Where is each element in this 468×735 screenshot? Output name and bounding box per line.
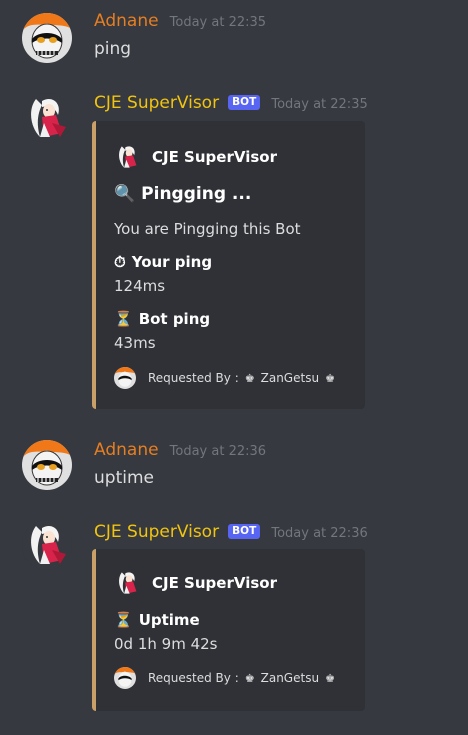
user-avatar[interactable]	[22, 440, 72, 490]
stopwatch-icon: ⏱	[114, 253, 126, 271]
author-name[interactable]: Adnane	[94, 440, 159, 460]
field-name-text: Uptime	[138, 611, 200, 629]
message-3: Adnane Today at 22:36 uptime	[0, 430, 468, 510]
message-header: Adnane Today at 22:36	[94, 440, 266, 460]
author-name[interactable]: CJE SuperVisor	[94, 522, 219, 542]
embed-footer: Requested By : ♚ ZanGetsu ♚	[114, 367, 341, 389]
crown-icon: ♚	[244, 671, 255, 685]
field-name-text: Bot ping	[138, 310, 211, 328]
embed-author: CJE SuperVisor	[114, 569, 277, 597]
crown-icon: ♚	[244, 371, 255, 385]
author-name[interactable]: CJE SuperVisor	[94, 93, 219, 113]
field-value: 43ms	[114, 334, 156, 352]
footer-avatar-icon	[114, 667, 136, 689]
embed-footer: Requested By : ♚ ZanGetsu ♚	[114, 667, 341, 689]
field-value: 0d 1h 9m 42s	[114, 635, 218, 653]
bot-badge: BOT	[228, 524, 261, 539]
footer-prefix: Requested By :	[148, 371, 239, 385]
bot-avatar[interactable]	[22, 93, 72, 143]
footer-user: ZanGetsu	[260, 671, 320, 685]
footer-prefix: Requested By :	[148, 671, 239, 685]
field-name: ⏳ Bot ping	[114, 310, 210, 328]
timestamp: Today at 22:36	[271, 526, 368, 541]
anime-girl-avatar-icon	[22, 93, 72, 143]
embed-title: 🔍 Pingging ...	[114, 184, 251, 204]
hourglass-icon: ⏳	[114, 310, 133, 328]
footer-user: ZanGetsu	[260, 371, 320, 385]
field-name: ⏱ Your ping	[114, 253, 212, 271]
embed-author-icon	[114, 143, 142, 171]
message-text: uptime	[94, 468, 154, 488]
hourglass-icon: ⏳	[114, 611, 133, 629]
message-header: CJE SuperVisor BOT Today at 22:35	[94, 93, 368, 113]
hollow-mask-avatar-icon	[22, 440, 72, 490]
timestamp: Today at 22:36	[169, 444, 267, 459]
embed-author-name: CJE SuperVisor	[152, 148, 277, 166]
message-4: CJE SuperVisor BOT Today at 22:36 CJE Su…	[0, 510, 468, 735]
message-2: CJE SuperVisor BOT Today at 22:35 CJE Su…	[0, 80, 468, 425]
message-1: Adnane Today at 22:35 ping	[0, 0, 468, 80]
timestamp: Today at 22:35	[271, 97, 368, 112]
embed-author-name: CJE SuperVisor	[152, 574, 277, 592]
crown-icon: ♚	[325, 371, 335, 385]
embed-description: You are Pingging this Bot	[114, 220, 301, 238]
embed-author-icon	[114, 569, 142, 597]
message-text: ping	[94, 39, 132, 59]
author-name[interactable]: Adnane	[94, 11, 159, 31]
bot-badge: BOT	[228, 95, 261, 110]
user-avatar[interactable]	[22, 13, 72, 63]
field-name-text: Your ping	[131, 253, 213, 271]
timestamp: Today at 22:35	[169, 15, 267, 30]
embed: CJE SuperVisor ⏳ Uptime 0d 1h 9m 42s Req…	[92, 549, 365, 711]
magnifier-icon: 🔍	[114, 184, 136, 204]
crown-icon: ♚	[325, 671, 335, 685]
embed-title-text: Pingging ...	[141, 184, 252, 204]
hollow-mask-avatar-icon	[22, 13, 72, 63]
embed: CJE SuperVisor 🔍 Pingging ... You are Pi…	[92, 121, 365, 409]
field-value: 124ms	[114, 277, 166, 295]
embed-author: CJE SuperVisor	[114, 143, 277, 171]
bot-avatar[interactable]	[22, 520, 72, 570]
anime-girl-avatar-icon	[22, 520, 72, 570]
footer-avatar-icon	[114, 367, 136, 389]
message-header: Adnane Today at 22:35	[94, 11, 266, 31]
message-header: CJE SuperVisor BOT Today at 22:36	[94, 522, 368, 542]
field-name: ⏳ Uptime	[114, 611, 200, 629]
